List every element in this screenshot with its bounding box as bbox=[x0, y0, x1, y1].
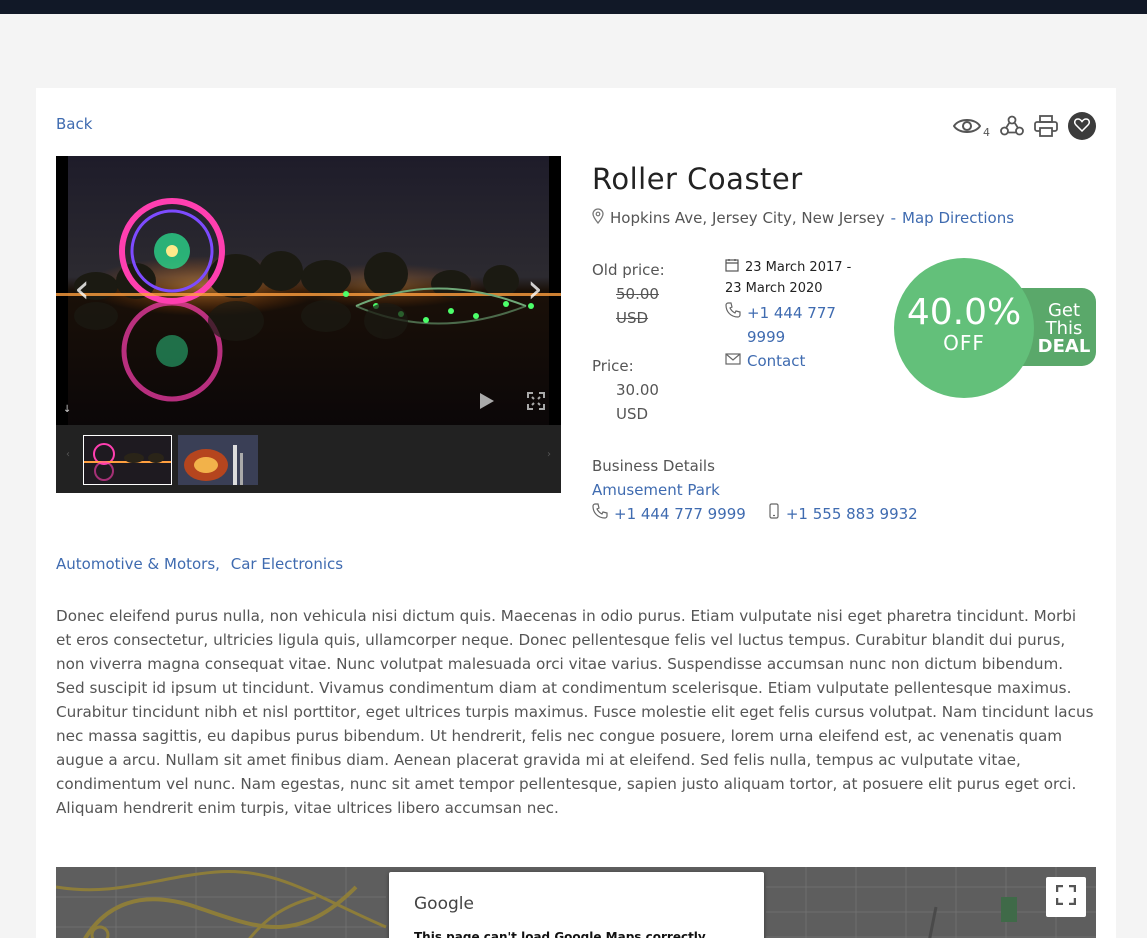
gallery-thumbnails: ‹ › bbox=[56, 425, 561, 493]
views-count: 4 bbox=[983, 126, 990, 139]
business-details: Business Details Amusement Park +1 444 7… bbox=[592, 454, 918, 526]
get-deal-badge[interactable]: Get This DEAL 40.0% OFF bbox=[894, 258, 1104, 398]
contact-block: 23 March 2017 - 23 March 2020 +1 444 777… bbox=[725, 258, 865, 373]
thumbnail-2[interactable] bbox=[178, 435, 258, 485]
download-icon[interactable]: ↓ bbox=[63, 404, 71, 415]
calendar-icon bbox=[725, 258, 739, 279]
google-logo: Google bbox=[414, 894, 474, 914]
business-details-label: Business Details bbox=[592, 457, 715, 475]
price-block: Price: 30.00 USD bbox=[592, 354, 659, 426]
play-icon[interactable] bbox=[479, 392, 495, 410]
address-separator: - bbox=[890, 209, 897, 227]
map-embed[interactable]: Google This page can't load Google Maps … bbox=[56, 867, 1096, 938]
listing-toolbar: 4 bbox=[953, 112, 1096, 140]
deal-deal-text: DEAL bbox=[1037, 336, 1091, 357]
map-error-dialog: Google This page can't load Google Maps … bbox=[389, 872, 764, 938]
gallery-next-arrow[interactable]: › bbox=[527, 269, 543, 309]
print-icon bbox=[1034, 115, 1058, 137]
phone-line-1: +1 444 777 bbox=[747, 304, 836, 322]
discount-percent: 40.0% bbox=[906, 292, 1022, 333]
back-link[interactable]: Back bbox=[56, 115, 92, 133]
map-error-message: This page can't load Google Maps correct… bbox=[414, 930, 710, 938]
top-bar bbox=[0, 0, 1147, 14]
location-pin-icon bbox=[592, 208, 604, 228]
price-amount: 30.00 bbox=[616, 381, 659, 399]
share-icon bbox=[1000, 115, 1024, 137]
phone-icon bbox=[725, 301, 741, 325]
thumbs-prev-icon[interactable]: ‹ bbox=[66, 449, 70, 460]
image-gallery: ‹ › ↓ ‹ › bbox=[56, 156, 561, 493]
phone-line-2: 9999 bbox=[747, 328, 786, 346]
old-price-amount: 50.00 bbox=[616, 285, 659, 303]
eye-icon bbox=[953, 117, 981, 135]
discount-off-label: OFF bbox=[943, 331, 985, 355]
fullscreen-icon[interactable] bbox=[527, 392, 545, 410]
map-fullscreen-button[interactable] bbox=[1046, 877, 1086, 917]
listing-phone-link[interactable]: +1 444 777 9999 bbox=[747, 301, 836, 349]
business-phone-icon bbox=[592, 502, 608, 526]
dates-end: 23 March 2020 bbox=[725, 281, 823, 296]
listing-address: Hopkins Ave, Jersey City, New Jersey - M… bbox=[592, 208, 1014, 228]
price-label: Price: bbox=[592, 357, 634, 375]
listing-description: Donec eleifend purus nulla, non vehicula… bbox=[56, 607, 1094, 817]
dates-start: 23 March 2017 - bbox=[745, 260, 852, 275]
category-list: Automotive & Motors, Car Electronics bbox=[56, 555, 343, 573]
old-price-currency: USD bbox=[616, 309, 649, 327]
old-price-block: Old price: 50.00 USD bbox=[592, 258, 665, 330]
mobile-icon bbox=[768, 502, 780, 526]
gallery-prev-arrow[interactable]: ‹ bbox=[74, 269, 90, 309]
category-separator: , bbox=[215, 555, 220, 573]
category-link[interactable]: Automotive & Motors bbox=[56, 555, 215, 573]
listing-card: Back 4 ‹ › ↓ ‹ › Roller Coaster Hopkins … bbox=[36, 88, 1116, 938]
gallery-main-image[interactable]: ‹ › ↓ bbox=[56, 156, 561, 425]
business-mobile-link[interactable]: +1 555 883 9932 bbox=[786, 502, 918, 526]
deal-dates: 23 March 2017 - 23 March 2020 bbox=[725, 258, 865, 299]
favorite-button[interactable] bbox=[1068, 112, 1096, 140]
fullscreen-icon bbox=[1055, 884, 1077, 909]
thumbnail-1[interactable] bbox=[83, 435, 172, 485]
category-link[interactable]: Car Electronics bbox=[231, 555, 343, 573]
map-directions-link[interactable]: Map Directions bbox=[902, 209, 1014, 227]
old-price-label: Old price: bbox=[592, 261, 665, 279]
contact-link[interactable]: Contact bbox=[747, 349, 805, 373]
share-button[interactable] bbox=[1000, 115, 1024, 137]
envelope-icon bbox=[725, 349, 741, 373]
thumbs-next-icon[interactable]: › bbox=[547, 449, 551, 460]
price-currency: USD bbox=[616, 405, 649, 423]
discount-circle: 40.0% OFF bbox=[894, 258, 1034, 398]
business-phone-link[interactable]: +1 444 777 9999 bbox=[614, 502, 746, 526]
listing-title: Roller Coaster bbox=[592, 162, 803, 196]
heart-icon bbox=[1073, 117, 1091, 136]
views-counter: 4 bbox=[953, 117, 990, 139]
address-text: Hopkins Ave, Jersey City, New Jersey bbox=[610, 209, 885, 227]
print-button[interactable] bbox=[1034, 115, 1058, 137]
business-name-link[interactable]: Amusement Park bbox=[592, 481, 720, 499]
